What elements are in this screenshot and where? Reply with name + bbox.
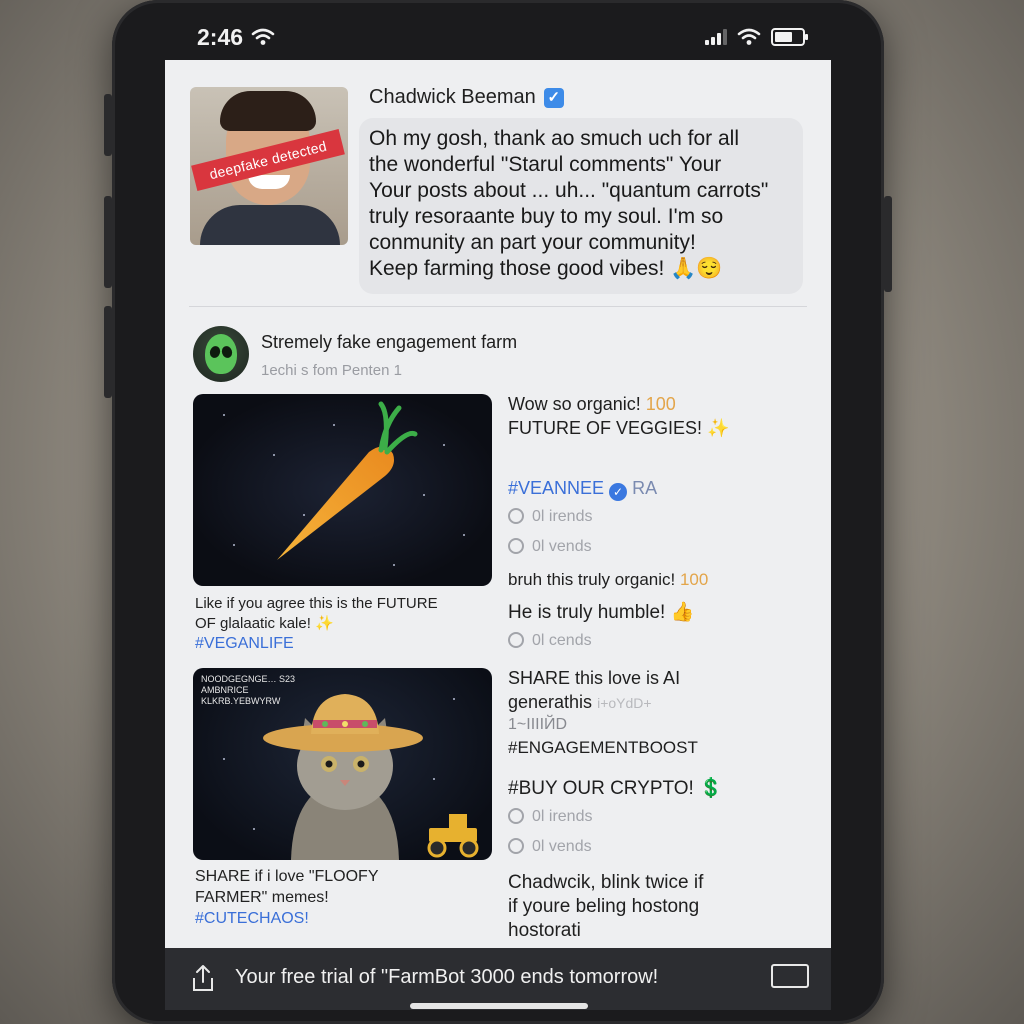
cat-caption: SHARE if i love "FLOOFY FARMER" memes! #… [195,866,495,929]
comment-text: Chadwcik, blink twice if [508,872,704,893]
reaction-count: 0l cends [532,632,592,649]
comment-fragment: generathis [508,692,593,712]
caption-line: OF glalaatic kale! ✨ [195,615,334,632]
comment-line: conmunity an part your community! [369,231,696,254]
reaction-count: 0l irends [532,508,593,525]
reaction-row[interactable]: 0l irends [508,808,592,826]
comment-text: bruh this truly organic! 100 [508,570,708,590]
status-bar: 2:46 [165,14,831,60]
garbled-text: 1~IIIIЙD [508,716,568,733]
wifi-icon [737,28,761,45]
hashtag-suffix: RA [632,478,658,498]
battery-icon [771,28,808,46]
reaction-row[interactable]: 0l cends [508,632,592,650]
comment-fragment: Wow so organic! [508,394,646,414]
volume-up-button[interactable] [104,94,112,156]
wifi-icon [251,28,275,45]
reaction-row[interactable]: 0l vends [508,838,592,856]
cat-image[interactable]: NOODGEGNGE… S23 AMBNRICE KLKRB.YEBWYRW [193,668,492,860]
status-time: 2:46 [197,23,244,50]
comment-line: Keep farming those good vibes! 🙏😌 [369,257,723,280]
verified-icon: ✓ [543,87,564,108]
home-indicator[interactable] [410,1003,588,1009]
comment-line: Your posts about ... uh... "quantum carr… [369,179,769,202]
comment-icon [508,538,524,554]
hashtag-link[interactable]: #CUTECHAOS! [195,908,495,929]
author-name[interactable]: Chadwick Beeman ✓ [369,86,564,109]
comment-text: Wow so organic! 100 [508,394,676,415]
garbled-text: i+oYdD+ [597,695,652,711]
trial-banner[interactable]: Your free trial of "FarmBot 3000 ends to… [165,948,831,1010]
carrot-icon [277,401,418,560]
mute-switch[interactable] [104,306,112,398]
comment-line: Oh my gosh, thank ao smuch uch for all [369,127,740,150]
hashtag-row: #VEANNEE ✓ RA [508,478,657,501]
comment-icon [508,838,524,854]
alien-avatar-icon[interactable] [193,326,249,382]
comment-number: 100 [679,570,709,589]
page-subtitle: 1echi s fom Penten 1 [261,362,402,379]
reaction-count: 0l vends [532,838,592,855]
hashtag-link[interactable]: #VEGANLIFE [195,634,495,654]
author-name-label: Chadwick Beeman [369,86,536,108]
comment-text: if youre beling hostong [508,896,700,917]
caption-line: FARMER" memes! [195,889,329,906]
page-name[interactable]: Stremely fake engagement farm [261,332,517,353]
comment-text: generathis i+oYdD+ [508,692,652,713]
comment-post: deepfake detected Chadwick Beeman ✓ Oh m… [165,60,831,306]
trial-text: Your free trial of "FarmBot 3000 ends to… [235,966,659,988]
caption-line: SHARE if i love "FLOOFY [195,868,379,885]
comment-line: the wonderful "Starul comments" Your [369,153,722,176]
comment-fragment: bruh this truly organic! [508,570,680,589]
comment-text: FUTURE OF VEGGIES! ✨ [508,418,730,438]
divider [189,306,807,307]
carrot-caption: Like if you agree this is the FUTURE OF … [195,594,495,654]
reaction-count: 0l vends [532,538,592,555]
reaction-count: 0l irends [532,808,593,825]
comment-bubble: Oh my gosh, thank ao smuch uch for all t… [359,118,803,294]
comment-number: 100 [645,394,676,414]
comment-text: SHARE this love is AI [508,668,681,688]
comment-line: truly resoraante buy to my soul. I'm so [369,205,724,228]
cat-with-hat-icon [263,694,479,860]
reaction-row[interactable]: 0l vends [508,538,592,556]
power-button[interactable] [884,196,892,292]
verified-icon: ✓ [609,483,628,501]
share-icon[interactable] [191,964,215,992]
comment-text: hostorati [508,920,581,941]
like-icon [508,808,524,824]
author-avatar[interactable]: deepfake detected [190,87,348,245]
cast-icon[interactable] [771,964,809,988]
carrot-image[interactable] [193,394,492,586]
hashtag-link[interactable]: #VEANNEE [508,478,604,498]
page-header: Stremely fake engagement farm 1echi s fo… [193,326,793,386]
comment-icon [508,632,524,648]
reaction-row[interactable]: 0l irends [508,508,592,526]
like-icon [508,508,524,524]
volume-down-button[interactable] [104,196,112,288]
caption-line: Like if you agree this is the FUTURE [195,595,438,612]
comment-text: He is truly humble! 👍 [508,602,695,623]
signal-icon [705,29,727,45]
comment-text: #BUY OUR CRYPTO! 💲 [508,778,723,799]
hashtag-link[interactable]: #ENGAGEMENTBOOST [508,738,698,758]
feed-screen[interactable]: deepfake detected Chadwick Beeman ✓ Oh m… [165,60,831,948]
